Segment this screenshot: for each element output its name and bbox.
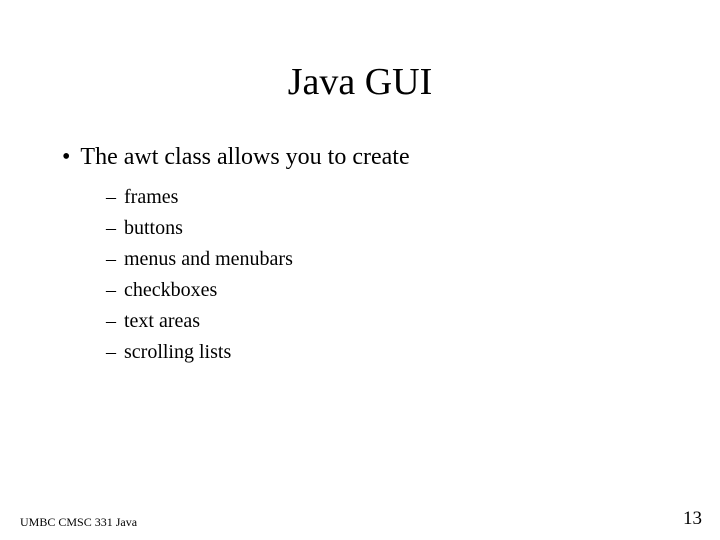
sub-item: – checkboxes [106,277,660,303]
slide-footer: UMBC CMSC 331 Java 13 [20,508,702,530]
sub-text: checkboxes [124,277,217,303]
sub-text: buttons [124,215,183,241]
sub-marker: – [106,277,116,303]
slide-title: Java GUI [60,60,660,104]
sub-text: menus and menubars [124,246,293,272]
footer-course: UMBC CMSC 331 Java [20,515,137,530]
sub-text: scrolling lists [124,339,231,365]
page-number: 13 [683,508,702,530]
sub-list: – frames – buttons – menus and menubars … [106,184,660,365]
sub-item: – frames [106,184,660,210]
sub-item: – menus and menubars [106,246,660,272]
bullet-item: • The awt class allows you to create [62,142,660,172]
slide-container: Java GUI • The awt class allows you to c… [0,0,720,540]
sub-item: – buttons [106,215,660,241]
sub-item: – text areas [106,308,660,334]
sub-marker: – [106,339,116,365]
sub-item: – scrolling lists [106,339,660,365]
sub-text: text areas [124,308,200,334]
bullet-text: The awt class allows you to create [80,142,409,172]
sub-marker: – [106,184,116,210]
sub-marker: – [106,246,116,272]
sub-text: frames [124,184,178,210]
sub-marker: – [106,215,116,241]
bullet-marker: • [62,142,70,172]
slide-content: • The awt class allows you to create – f… [60,142,660,510]
sub-marker: – [106,308,116,334]
